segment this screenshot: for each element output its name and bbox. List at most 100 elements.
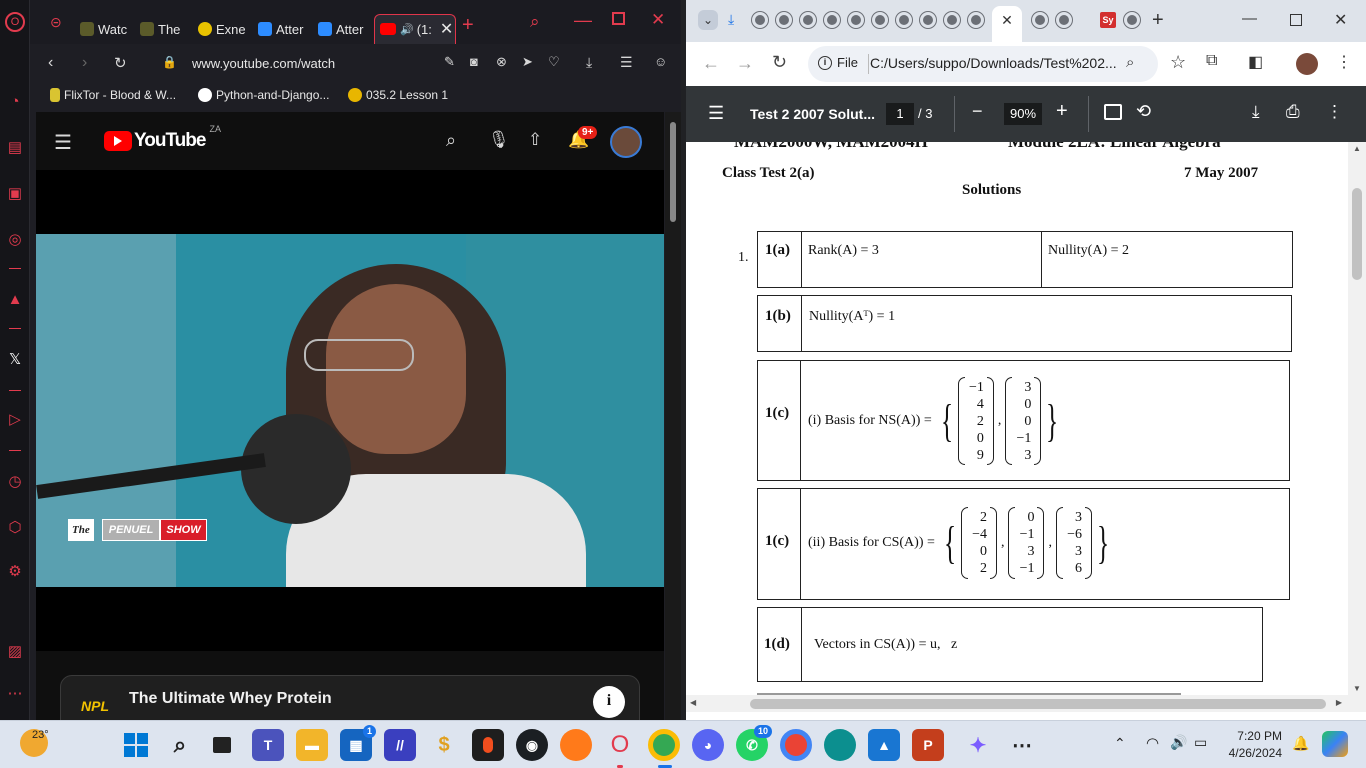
omnibox[interactable]: i File C:/Users/suppo/Downloads/Test%202…	[808, 46, 1158, 82]
download-icon[interactable]: ⤓	[1252, 102, 1260, 122]
scroll-up-icon[interactable]: ▲	[1353, 144, 1361, 153]
tab-menu-icon[interactable]: ⊝	[50, 14, 62, 31]
tab-favicon-icon[interactable]	[896, 12, 912, 28]
opera-scrollbar[interactable]	[665, 112, 681, 720]
info-icon[interactable]: i	[593, 686, 625, 718]
maximize-icon[interactable]	[1290, 14, 1302, 26]
site-info-chip[interactable]: i File	[818, 55, 858, 70]
youtube-logo[interactable]: YouTube ZA	[104, 124, 221, 152]
tab-favicon-icon[interactable]	[848, 12, 864, 28]
url-text[interactable]: C:/Users/suppo/Downloads/Test%202...	[870, 55, 1117, 71]
discord-icon[interactable]: ◕	[692, 729, 724, 761]
tab-5[interactable]: Atter	[318, 14, 374, 44]
upload-icon[interactable]: ⇧	[528, 130, 542, 150]
chrome-profile-icon[interactable]	[780, 729, 812, 761]
tab-search-icon[interactable]: ⌄	[698, 10, 718, 30]
battery-icon[interactable]: ▭	[1194, 734, 1207, 751]
bookmark-flixtor[interactable]: FlixTor - Blood & W...	[50, 88, 176, 102]
pdf-vertical-scrollbar[interactable]: ▲ ▼	[1348, 142, 1366, 695]
opera-taskbar-icon[interactable]: O	[604, 729, 636, 761]
linear-app-icon[interactable]: //	[384, 729, 416, 761]
bookmark-lesson[interactable]: 035.2 Lesson 1	[348, 88, 448, 102]
heart-icon[interactable]: ♡	[548, 54, 560, 70]
tab-favicon-icon[interactable]	[1124, 12, 1140, 28]
wifi-icon[interactable]: ◠	[1146, 734, 1159, 752]
twitch-icon[interactable]: ▣	[5, 184, 25, 204]
side-panel-icon[interactable]: ◧	[1248, 52, 1263, 72]
powerpoint-icon[interactable]: P	[912, 729, 944, 761]
camera-icon[interactable]: ◙	[470, 54, 478, 69]
tab-favicon-icon[interactable]	[752, 12, 768, 28]
zoom-icon[interactable]: ⌕	[1126, 54, 1134, 71]
adblock-icon[interactable]: ⊗	[496, 54, 507, 70]
zoom-input[interactable]: 90%	[1004, 103, 1042, 125]
close-tab-icon[interactable]: ✕	[992, 6, 1022, 34]
tab-2[interactable]: The	[140, 14, 196, 44]
instagram-icon[interactable]: ◎	[5, 230, 25, 250]
file-explorer-icon[interactable]: ▬	[296, 729, 328, 761]
back-icon[interactable]: ‹	[48, 54, 53, 72]
fit-page-icon[interactable]	[1104, 104, 1122, 120]
search-icon[interactable]: ⌕	[164, 729, 196, 761]
search-icon[interactable]: ⌕	[446, 130, 456, 151]
tab-favicon-icon[interactable]	[1032, 12, 1048, 28]
reload-icon[interactable]: ↻	[114, 54, 127, 72]
copilot-pre-icon[interactable]	[1322, 731, 1348, 757]
scroll-right-icon[interactable]: ▶	[1336, 698, 1342, 707]
chrome-taskbar-icon[interactable]	[648, 729, 680, 761]
opera-logo-icon[interactable]: O	[5, 12, 25, 32]
zoom-in-icon[interactable]: +	[1056, 100, 1068, 123]
notification-bell-icon[interactable]: 🔔	[1292, 735, 1309, 752]
bookmark-star-icon[interactable]: ☆	[1170, 52, 1186, 73]
whatsapp-icon[interactable]: ✆ 10	[736, 725, 772, 761]
scroll-thumb[interactable]	[750, 699, 1326, 709]
close-tab-icon[interactable]: ✕	[440, 19, 453, 39]
photos-icon[interactable]: ▲	[868, 729, 900, 761]
pdf-viewer[interactable]: MAM2000W, MAM2004H Module 2LA: Linear Al…	[686, 142, 1366, 695]
forward-icon[interactable]: →	[736, 53, 754, 74]
new-tab-icon[interactable]: +	[462, 14, 474, 37]
extensions-icon[interactable]: ⧉	[1206, 52, 1217, 70]
tab-favicon-icon[interactable]	[800, 12, 816, 28]
avatar[interactable]	[610, 126, 642, 158]
reload-icon[interactable]: ↻	[772, 52, 787, 73]
scroll-down-icon[interactable]: ▼	[1353, 684, 1361, 693]
volume-icon[interactable]: 🔊	[1170, 734, 1187, 751]
tab-active-pdf[interactable]: ✕	[992, 6, 1022, 42]
gallery-icon[interactable]: ▨	[5, 642, 25, 662]
close-window-icon[interactable]: ✕	[1334, 10, 1347, 30]
task-view-icon[interactable]	[206, 729, 238, 761]
clock-time[interactable]: 7:20 PM	[1224, 729, 1282, 743]
scroll-left-icon[interactable]: ◀	[690, 698, 696, 707]
forward-icon[interactable]: ›	[82, 54, 87, 72]
copilot-icon[interactable]: ✦	[962, 729, 994, 761]
chrome-menu-icon[interactable]: ⋮	[1336, 52, 1352, 72]
new-tab-icon[interactable]: +	[1152, 9, 1164, 32]
shopping-bag-icon[interactable]: ▤	[5, 138, 25, 158]
edit-icon[interactable]: ✎	[444, 54, 455, 70]
tray-overflow-icon[interactable]: ⌃	[1114, 735, 1126, 752]
tab-favicon-icon[interactable]	[824, 12, 840, 28]
speed-dial-icon[interactable]: ◔	[5, 92, 25, 112]
minimize-icon[interactable]: —	[574, 10, 592, 31]
crypto-icon[interactable]: $	[428, 729, 460, 761]
profile-avatar[interactable]	[1296, 53, 1318, 75]
more-dots-icon[interactable]: ⋯	[5, 684, 25, 704]
send-icon[interactable]: ➤	[522, 54, 533, 70]
store-icon[interactable]: ▦ 1	[340, 725, 376, 761]
tab-1[interactable]: Watc	[80, 14, 136, 44]
search-tabs-icon[interactable]: ⌕	[530, 12, 540, 32]
x-twitter-icon[interactable]: 𝕏	[5, 350, 25, 370]
github-icon[interactable]: ◉	[516, 729, 548, 761]
pdf-horizontal-scrollbar[interactable]: ◀ ▶	[686, 695, 1366, 712]
weather-temp[interactable]: 23°	[32, 729, 49, 741]
maximize-icon[interactable]	[612, 12, 625, 25]
extensions-cube-icon[interactable]: ⬡	[5, 518, 25, 538]
start-button[interactable]	[120, 729, 152, 761]
bell-icon[interactable]: 🔔 9+	[568, 126, 598, 150]
rotate-icon[interactable]: ⟲	[1136, 101, 1151, 122]
video-player[interactable]: The PENUEL SHOW	[36, 234, 664, 587]
more-icon[interactable]: ⋮	[1326, 102, 1343, 122]
pdf-menu-icon[interactable]: ☰	[708, 103, 724, 124]
tab-4[interactable]: Atter	[258, 14, 314, 44]
